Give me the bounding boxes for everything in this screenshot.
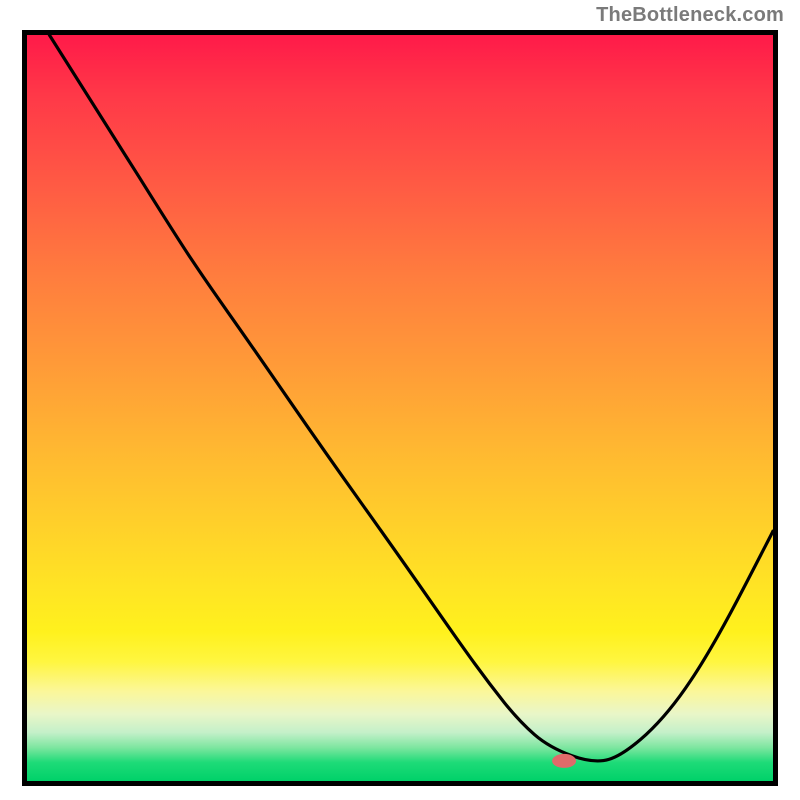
highlight-marker <box>552 754 576 768</box>
chart-svg <box>27 35 773 781</box>
bottleneck-curve <box>49 35 773 761</box>
chart-area <box>22 30 778 786</box>
attribution-text: TheBottleneck.com <box>596 4 784 27</box>
